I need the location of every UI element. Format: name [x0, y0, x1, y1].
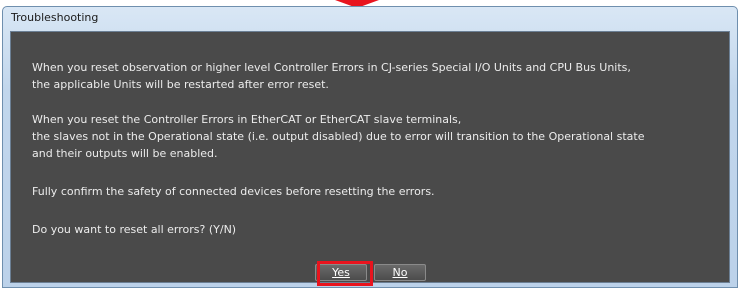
dialog-title: Troubleshooting	[11, 11, 99, 24]
yes-button[interactable]: Yes	[315, 264, 367, 281]
message-line: When you reset observation or higher lev…	[32, 61, 631, 74]
dialog-body: When you reset observation or higher lev…	[10, 31, 730, 283]
no-button-label: No	[392, 266, 408, 279]
yes-button-label: Yes	[332, 266, 350, 279]
message-line: the slaves not in the Operational state …	[32, 130, 645, 143]
no-button[interactable]: No	[374, 264, 426, 281]
troubleshooting-dialog: Troubleshooting When you reset observati…	[2, 6, 738, 288]
title-bar[interactable]: Troubleshooting	[3, 7, 737, 29]
safety-warning: Fully confirm the safety of connected de…	[32, 185, 435, 198]
message-line: When you reset the Controller Errors in …	[32, 113, 462, 126]
confirm-question: Do you want to reset all errors? (Y/N)	[32, 223, 237, 236]
message-line: and their outputs will be enabled.	[32, 147, 218, 160]
message-line: the applicable Units will be restarted a…	[32, 78, 329, 91]
